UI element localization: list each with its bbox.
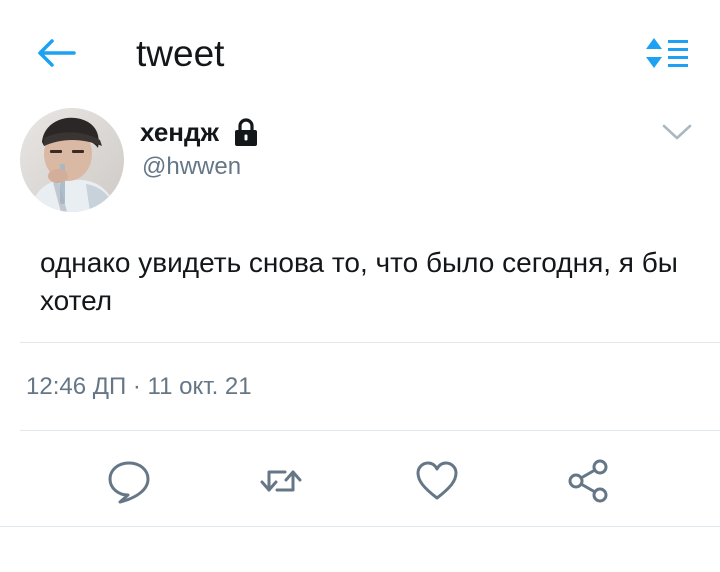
arrow-left-icon[interactable] [34, 36, 76, 70]
tweet-timestamp[interactable]: 12:46 ДП · 11 окт. 21 [26, 372, 252, 402]
author-name[interactable]: хендж [140, 117, 219, 147]
divider [0, 526, 720, 527]
avatar[interactable] [20, 108, 124, 212]
share-icon[interactable] [566, 458, 612, 504]
top-bar: tweet [0, 0, 720, 100]
divider [20, 430, 720, 431]
heart-icon[interactable] [414, 458, 460, 504]
author-handle[interactable]: @hwwen [142, 152, 241, 182]
divider [20, 342, 720, 343]
lock-icon [233, 117, 259, 147]
retweet-icon[interactable] [258, 458, 304, 504]
page-title: tweet [136, 33, 225, 74]
sort-list-icon[interactable] [644, 36, 690, 70]
chevron-down-icon[interactable] [660, 118, 694, 146]
reply-icon[interactable] [106, 458, 152, 504]
tweet-text: однако увидеть снова то, что было сегодн… [40, 247, 678, 316]
author-name-row: хендж [140, 115, 259, 149]
